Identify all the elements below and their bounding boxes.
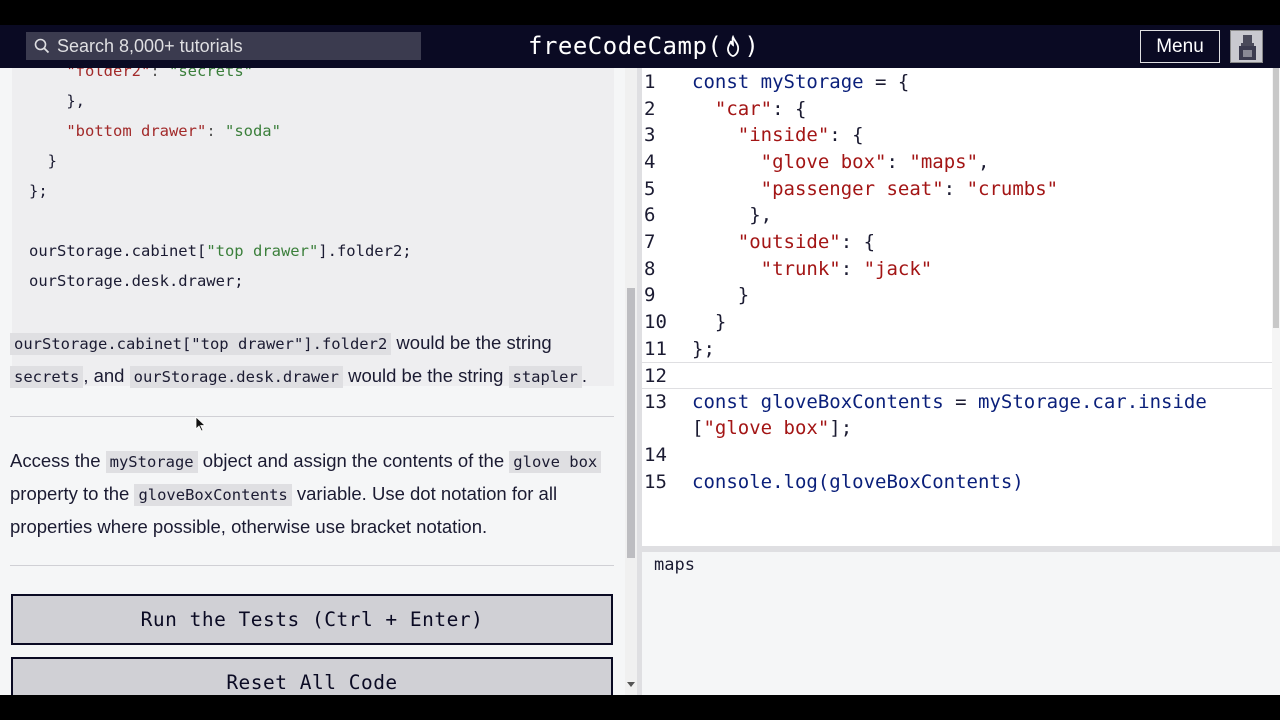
letterbox-top	[0, 0, 1280, 25]
run-tests-button[interactable]: Run the Tests (Ctrl + Enter)	[11, 594, 613, 645]
scroll-down-arrow-icon[interactable]	[627, 682, 635, 687]
editor-line[interactable]: 15 console.log(gloveBoxContents)	[642, 469, 1274, 496]
editor-line[interactable]: 1 const myStorage = {	[642, 69, 1274, 96]
scrollbar-thumb[interactable]	[627, 288, 635, 558]
editor-line[interactable]: ["glove box"];	[642, 415, 1274, 442]
code-line: },	[66, 92, 85, 110]
line-code: const gloveBoxContents = myStorage.car.i…	[692, 390, 1207, 413]
console-output: maps	[642, 552, 1280, 695]
editor-line[interactable]: 13 const gloveBoxContents = myStorage.car…	[642, 389, 1274, 416]
lesson-pane: "folder2": "secrets" }, "bottom drawer":…	[0, 68, 625, 695]
editor-line[interactable]: 3 "inside": {	[642, 122, 1274, 149]
line-number: 14	[644, 444, 667, 467]
code-line: ourStorage.desk.drawer;	[29, 272, 244, 290]
flame-icon	[723, 34, 743, 58]
code-line: "folder2": "secrets"	[66, 68, 253, 80]
line-code: const myStorage = {	[692, 71, 910, 93]
top-navbar: freeCodeCamp( ) Menu	[0, 25, 1280, 68]
editor-line[interactable]: 9 }	[642, 282, 1274, 309]
letterbox-bottom	[0, 695, 1280, 720]
editor-line[interactable]: 5 "passenger seat": "crumbs"	[642, 176, 1274, 203]
line-code: ["glove box"];	[692, 417, 853, 440]
line-number: 10	[644, 310, 667, 333]
line-number: 7	[644, 230, 656, 253]
editor-line[interactable]: 14	[642, 442, 1274, 469]
line-code: "glove box": "maps",	[760, 150, 990, 173]
editor-line[interactable]: 11};	[642, 336, 1274, 363]
line-code: "outside": {	[737, 230, 876, 253]
editor-scrollbar-thumb[interactable]	[1273, 68, 1279, 328]
code-line: ourStorage.cabinet["top drawer"].folder2…	[29, 242, 412, 260]
line-code: }	[692, 284, 750, 307]
editor-line[interactable]: 6 },	[642, 202, 1274, 229]
line-number: 8	[644, 257, 656, 280]
line-number: 6	[644, 204, 656, 227]
line-number: 3	[644, 124, 656, 147]
code-line: };	[29, 182, 48, 200]
line-code: }	[692, 310, 727, 333]
line-code: "passenger seat": "crumbs"	[760, 177, 1059, 200]
mouse-pointer-icon	[195, 416, 207, 432]
line-number: 5	[644, 177, 656, 200]
console-line: maps	[654, 555, 695, 575]
line-code: console.log(gloveBoxContents)	[692, 470, 1024, 493]
divider	[10, 565, 614, 566]
line-code: "car": {	[714, 97, 807, 120]
brand-logo[interactable]: freeCodeCamp( )	[528, 30, 759, 62]
search-bar[interactable]	[26, 32, 421, 60]
search-input[interactable]	[57, 35, 407, 57]
challenge-instructions: Access the myStorage object and assign t…	[10, 445, 615, 542]
line-number: 12	[644, 365, 667, 388]
search-icon	[34, 37, 52, 55]
editor-line[interactable]: 4 "glove box": "maps",	[642, 149, 1274, 176]
line-code: "inside": {	[737, 124, 864, 147]
line-number: 2	[644, 97, 656, 120]
editor-line[interactable]: 10 }	[642, 309, 1274, 336]
lesson-paragraph-1: ourStorage.cabinet["top drawer"].folder2…	[10, 327, 615, 393]
code-editor[interactable]: 1 const myStorage = {2 "car": {3 "inside"…	[642, 68, 1280, 546]
divider	[10, 416, 614, 417]
reset-code-button[interactable]: Reset All Code	[11, 657, 613, 695]
brand-text-right: )	[744, 32, 760, 60]
editor-line[interactable]: 2 "car": {	[642, 96, 1274, 123]
editor-line[interactable]: 7 "outside": {	[642, 229, 1274, 256]
menu-button[interactable]: Menu	[1140, 30, 1220, 63]
brand-text-left: freeCodeCamp(	[528, 32, 723, 60]
editor-line[interactable]: 8 "trunk": "jack"	[642, 256, 1274, 283]
line-number: 1	[644, 71, 656, 93]
line-number: 13	[644, 390, 667, 413]
line-number: 11	[644, 337, 667, 360]
avatar[interactable]	[1230, 30, 1263, 63]
line-number: 15	[644, 470, 667, 493]
editor-line[interactable]: 12	[642, 362, 1274, 390]
editor-scrollbar[interactable]	[1272, 68, 1280, 546]
code-line: }	[47, 152, 58, 170]
lesson-scrollbar[interactable]	[625, 68, 637, 695]
line-code: },	[692, 204, 773, 227]
line-number: 9	[644, 284, 656, 307]
code-line: "bottom drawer": "soda"	[66, 122, 281, 140]
line-code: "trunk": "jack"	[760, 257, 933, 280]
line-number: 4	[644, 150, 656, 173]
line-code: };	[692, 337, 715, 360]
